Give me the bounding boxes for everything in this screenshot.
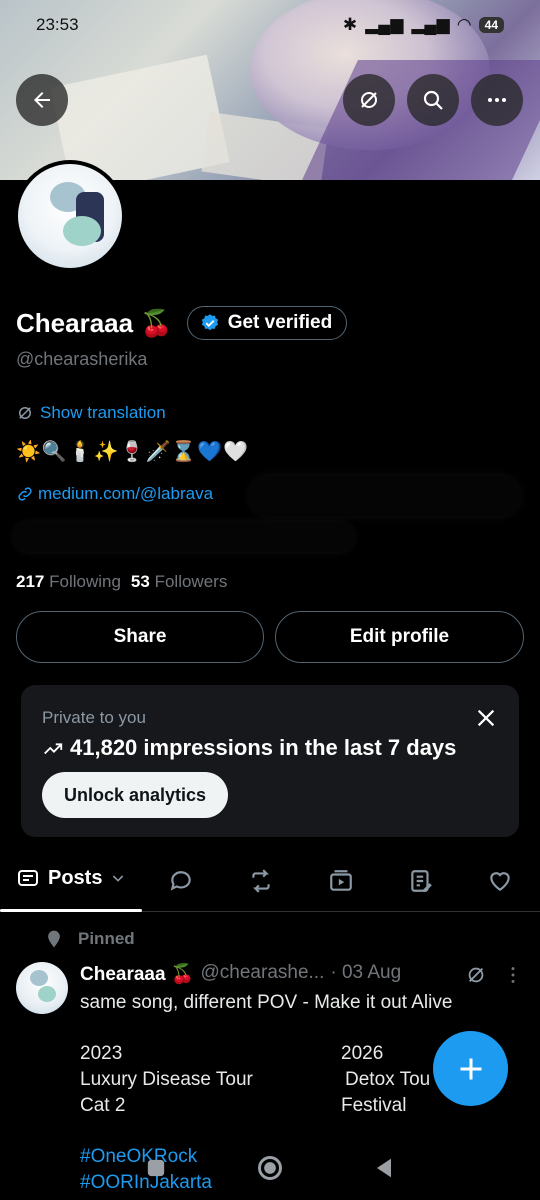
impressions-text: 41,820 impressions in the last 7 days bbox=[70, 735, 457, 760]
post-text-line: 2023 bbox=[80, 1043, 123, 1064]
home-icon[interactable] bbox=[256, 1154, 284, 1182]
status-time: 23:53 bbox=[36, 15, 79, 34]
profile-tabs: Posts bbox=[0, 856, 540, 912]
pinned-indicator: Pinned bbox=[44, 929, 135, 949]
status-bar: 23:53 ✱ ▂▄▆ ▂▄▆ ◠ 44 bbox=[0, 0, 540, 50]
get-verified-label: Get verified bbox=[227, 312, 333, 333]
back-nav-icon[interactable] bbox=[370, 1154, 398, 1182]
profile-handle: @chearasherika bbox=[16, 349, 148, 369]
post-text-line: Detox Tou bbox=[345, 1069, 431, 1090]
tab-media[interactable] bbox=[328, 868, 354, 894]
followers-label: Followers bbox=[154, 572, 228, 591]
post-avatar[interactable] bbox=[16, 962, 68, 1014]
followers-count: 53 bbox=[130, 572, 150, 591]
edit-profile-button[interactable]: Edit profile bbox=[275, 611, 524, 663]
compose-post-button[interactable] bbox=[433, 1031, 508, 1106]
post-date[interactable]: · 03 Aug bbox=[330, 962, 401, 986]
search-icon bbox=[423, 90, 443, 110]
wifi-icon: ◠ bbox=[457, 15, 471, 34]
active-tab-indicator bbox=[0, 909, 142, 912]
arrow-left-icon bbox=[34, 92, 50, 108]
impressions-row: 41,820 impressions in the last 7 days bbox=[42, 735, 456, 761]
more-vertical-icon[interactable] bbox=[506, 964, 520, 986]
avatar-art bbox=[63, 216, 101, 246]
post-header: Chearaaa 🍒 @chearashe... · 03 Aug bbox=[80, 962, 401, 986]
pinned-label: Pinned bbox=[78, 929, 135, 948]
battery-icon: 44 bbox=[478, 17, 504, 33]
post-author-handle[interactable]: @chearashe... bbox=[201, 962, 325, 986]
tab-likes[interactable] bbox=[487, 868, 513, 894]
website-label: medium.com/@labrava bbox=[38, 484, 214, 503]
plus-icon bbox=[460, 1058, 481, 1079]
profile-name-row: Chearaaa 🍒 Get verified bbox=[16, 306, 348, 340]
analytics-card: Private to you 41,820 impressions in the… bbox=[21, 685, 519, 837]
followers-link[interactable]: 53 Followers bbox=[131, 572, 227, 592]
translate-icon bbox=[19, 407, 31, 419]
following-count: 217 bbox=[16, 572, 45, 591]
tab-reposts[interactable] bbox=[248, 868, 274, 894]
tab-posts-label: Posts bbox=[48, 866, 103, 889]
redacted-area bbox=[250, 476, 520, 516]
posts-icon bbox=[18, 870, 38, 886]
profile-avatar[interactable] bbox=[14, 160, 126, 272]
post-text-line: 2026 bbox=[341, 1043, 384, 1064]
close-icon[interactable] bbox=[475, 707, 497, 729]
verified-badge-icon bbox=[201, 314, 218, 331]
chevron-down-icon bbox=[113, 875, 124, 882]
post-text-line: Cat 2 bbox=[80, 1095, 126, 1116]
search-button[interactable] bbox=[407, 74, 459, 126]
display-name: Chearaaa 🍒 bbox=[16, 307, 173, 338]
follow-stats: 217 Following 53 Followers bbox=[16, 572, 227, 592]
bio-emojis: ☀️🔍🕯️✨🍷🗡️⌛💙🤍 bbox=[16, 441, 250, 463]
recent-apps-icon[interactable] bbox=[142, 1154, 170, 1182]
avatar-art bbox=[38, 986, 56, 1002]
system-nav-bar bbox=[0, 1140, 540, 1200]
avatar-art bbox=[30, 970, 48, 986]
status-icons: ✱ ▂▄▆ ▂▄▆ ◠ 44 bbox=[343, 15, 504, 35]
more-dots-icon bbox=[488, 98, 506, 102]
avatar-image bbox=[18, 164, 122, 268]
show-translation-link[interactable]: Show translation bbox=[16, 403, 166, 423]
unlock-analytics-button[interactable]: Unlock analytics bbox=[42, 772, 229, 818]
profile-website-link[interactable]: medium.com/@labrava bbox=[16, 484, 213, 504]
show-translation-label: Show translation bbox=[40, 403, 166, 422]
redacted-area bbox=[14, 522, 354, 552]
signal-icon: ▂▄▆ bbox=[365, 15, 404, 34]
more-options-button[interactable] bbox=[471, 74, 523, 126]
link-icon bbox=[18, 487, 32, 501]
signal-icon: ▂▄▆ bbox=[411, 15, 450, 34]
translate-icon bbox=[361, 92, 377, 108]
post-text-line: Luxury Disease Tour bbox=[80, 1069, 253, 1090]
post-text-line: Festival bbox=[341, 1095, 407, 1116]
post-text-line: same song, different POV - Make it out A… bbox=[80, 992, 453, 1013]
tab-replies[interactable] bbox=[168, 868, 194, 894]
bluetooth-icon: ✱ bbox=[342, 15, 358, 34]
post-author-name[interactable]: Chearaaa 🍒 bbox=[80, 962, 195, 986]
back-button[interactable] bbox=[16, 74, 68, 126]
following-label: Following bbox=[49, 572, 121, 591]
translate-button[interactable] bbox=[343, 74, 395, 126]
get-verified-button[interactable]: Get verified bbox=[186, 306, 348, 340]
trending-up-icon bbox=[44, 743, 63, 755]
tab-posts[interactable]: Posts bbox=[16, 866, 126, 890]
share-button[interactable]: Share bbox=[16, 611, 264, 663]
pin-icon bbox=[48, 930, 60, 948]
following-link[interactable]: 217 Following bbox=[16, 572, 121, 592]
private-label: Private to you bbox=[42, 708, 146, 727]
tab-articles[interactable] bbox=[408, 868, 434, 894]
translate-icon[interactable] bbox=[465, 964, 487, 986]
